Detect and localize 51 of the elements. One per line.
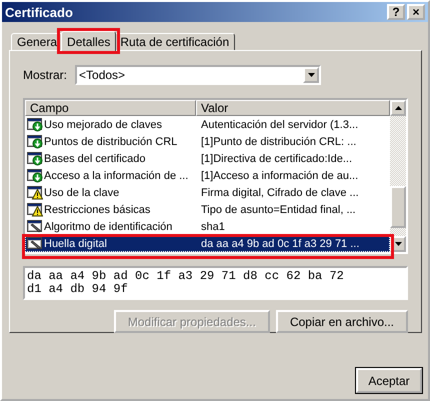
close-button[interactable]: × [407, 4, 425, 20]
column-header[interactable]: Valor [196, 100, 390, 116]
window-title: Certificado [5, 4, 74, 20]
value-text-box[interactable]: da aa a4 9b ad 0c 1f a3 29 71 d8 cc 62 ba 72 d1 a4 db 94 9f [23, 266, 408, 300]
scrollbar[interactable] [390, 100, 406, 252]
value-text-line: da aa a4 9b ad 0c 1f a3 29 71 d8 cc 62 ba 72 [27, 270, 345, 283]
field-name: Bases del certificado [44, 152, 146, 164]
down-arrow-icon [308, 73, 315, 77]
column-header[interactable]: Campo [25, 100, 196, 116]
show-dropdown[interactable]: <Todos> [75, 65, 322, 85]
field-value: da aa a4 9b ad 0c 1f a3 29 71 ... [200, 238, 360, 250]
certificate-pen-icon [27, 236, 43, 251]
field-value: Autenticación del servidor (1.3... [200, 118, 360, 130]
list-row[interactable]: Uso de la clave Firma digital, Cifrado de clave ... [25, 184, 390, 201]
certificate-download-icon [27, 134, 43, 149]
list-row[interactable]: Algoritmo de identificación sha1 [25, 218, 390, 235]
field-name: Algoritmo de identificación [44, 220, 172, 232]
tab[interactable]: Genera [11, 33, 64, 50]
list-row[interactable]: Acceso a la información de ... [1]Acceso a información de au... [25, 167, 390, 184]
up-arrow-icon [394, 106, 402, 110]
certificate-download-icon [27, 168, 43, 183]
copy-to-file-button[interactable]: Copiar en archivo... [276, 310, 408, 333]
certificate-warning-icon [27, 202, 43, 217]
ok-button[interactable]: Aceptar [356, 368, 422, 393]
field-name: Restricciones básicas [44, 204, 150, 216]
field-name: Uso mejorado de claves [44, 118, 162, 130]
show-label: Mostrar: [23, 68, 68, 82]
field-name: Huella digital [44, 238, 107, 250]
list-row[interactable]: Puntos de distribución CRL [1]Punto de distribución CRL: ... [25, 133, 390, 150]
certificate-warning-icon [27, 185, 43, 200]
field-value: Firma digital, Cifrado de clave ... [200, 186, 360, 198]
dropdown-button[interactable] [303, 67, 320, 83]
certificate-pen-icon [27, 219, 43, 234]
field-value: [1]Acceso a información de au... [200, 170, 360, 182]
help-button[interactable]: ? [387, 4, 405, 20]
tab[interactable]: Ruta de certificación [114, 33, 236, 50]
list-row[interactable]: Uso mejorado de claves Autenticación del servidor (1.3... [25, 116, 390, 133]
value-text-line: d1 a4 db 94 9f [27, 283, 129, 296]
field-name: Uso de la clave [44, 186, 120, 198]
field-value: sha1 [200, 220, 226, 232]
list-row[interactable]: Restricciones básicas Tipo de asunto=Entidad final, ... [25, 201, 390, 218]
list-row[interactable]: Bases del certificado [1]Directiva de certificado:Ide... [25, 150, 390, 167]
down-arrow-icon [394, 242, 402, 246]
field-name: Puntos de distribución CRL [44, 136, 178, 148]
certificate-download-icon [27, 117, 43, 132]
field-name: Acceso a la información de ... [44, 170, 188, 182]
field-value: Tipo de asunto=Entidad final, ... [200, 204, 357, 216]
field-value: [1]Directiva de certificado:Ide... [200, 152, 354, 164]
certificate-download-icon [27, 151, 43, 166]
highlight-frame [57, 28, 120, 54]
field-value: [1]Punto de distribución CRL: ... [200, 136, 358, 148]
